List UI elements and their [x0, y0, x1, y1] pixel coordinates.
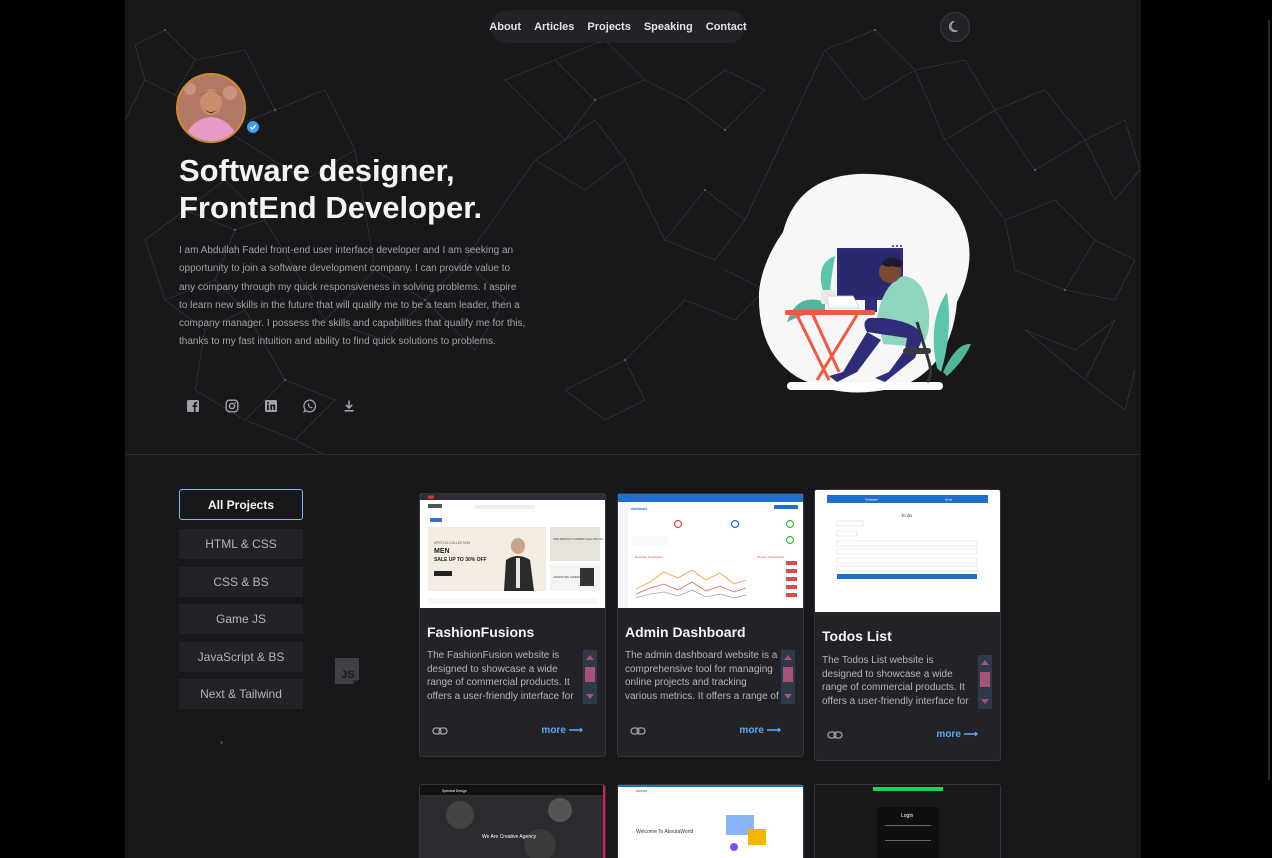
- hero-illustration: [758, 173, 971, 393]
- scroll-up-arrow-icon[interactable]: [784, 655, 792, 660]
- page-title: Software designer, FrontEnd Developer.: [179, 152, 482, 226]
- link-icon[interactable]: [827, 730, 843, 740]
- thumb-brand: dashboard: [631, 507, 647, 511]
- top-nav: About Articles Projects Speaking Contact: [489, 11, 747, 42]
- js-icon: JS: [335, 658, 359, 684]
- download-icon[interactable]: [342, 399, 357, 414]
- scroll-down-arrow-icon[interactable]: [586, 694, 594, 699]
- more-link[interactable]: more ⟶: [739, 725, 781, 736]
- thumb-heading: To do: [901, 513, 913, 518]
- link-icon[interactable]: [432, 726, 448, 736]
- thumb-side-bottom: ADVENTURE CAMERA: [553, 575, 581, 579]
- thumb-agency-brand: Spectral Design: [442, 789, 467, 793]
- scroll-up-arrow-icon[interactable]: [981, 660, 989, 665]
- description-scrollbar[interactable]: [583, 650, 597, 704]
- thumb-agency-title: We Are Creative Agency: [482, 834, 537, 840]
- nav-item-contact[interactable]: Contact: [706, 21, 747, 33]
- project-card-todos-list[interactable]: Todayade Done To do Todos List The Todos…: [814, 489, 1001, 761]
- filter-next-tailwind[interactable]: Next & Tailwind: [179, 679, 303, 709]
- scroll-thumb[interactable]: [980, 672, 990, 687]
- project-card-login[interactable]: Login: [814, 784, 1001, 858]
- instagram-icon[interactable]: [225, 399, 240, 414]
- filter-html-css[interactable]: HTML & CSS: [179, 529, 303, 559]
- decorative-dot: [220, 741, 223, 744]
- theme-toggle-button[interactable]: [940, 12, 970, 42]
- link-icon[interactable]: [630, 726, 646, 736]
- whatsapp-icon[interactable]: [303, 399, 318, 414]
- more-link[interactable]: more ⟶: [936, 729, 978, 740]
- project-title: Todos List: [822, 628, 892, 644]
- filter-game-js[interactable]: Game JS: [179, 604, 303, 634]
- thumb-about-title: Welcome To AboutaWorld: [636, 829, 693, 835]
- project-card-agency[interactable]: Spectral Design We Are Creative Agency: [419, 784, 606, 858]
- headline-line-2: FrontEnd Developer.: [179, 190, 483, 225]
- nav-item-projects[interactable]: Projects: [587, 21, 630, 33]
- project-title: Admin Dashboard: [625, 624, 746, 640]
- page-container: About Articles Projects Speaking Contact…: [125, 0, 1141, 858]
- section-divider: [125, 454, 1141, 455]
- scroll-down-arrow-icon[interactable]: [981, 699, 989, 704]
- project-thumbnail: Aboota Welcome To AboutaWorld: [618, 785, 803, 858]
- thumb-banner-small: UPSTYLE COLLECTION: [434, 541, 470, 545]
- project-title: FashionFusions: [427, 624, 535, 640]
- window-scrollbar[interactable]: [1268, 20, 1270, 780]
- thumb-tab-left: Todayade: [865, 498, 878, 502]
- facebook-icon[interactable]: [186, 399, 201, 414]
- project-description: The FashionFusion website is designed to…: [427, 650, 574, 702]
- scroll-thumb[interactable]: [585, 667, 595, 682]
- bio-text: I am Abdullah Fadel front-end user inter…: [179, 245, 526, 348]
- project-card-admin-dashboard[interactable]: dashboard Revenue Generated Recent Trans…: [617, 493, 804, 757]
- thumb-tab-right: Done: [945, 498, 953, 502]
- project-card-abouta[interactable]: Aboota Welcome To AboutaWorld: [617, 784, 804, 858]
- headline-line-1: Software designer,: [179, 153, 455, 188]
- avatar: [176, 73, 246, 143]
- svg-text:JS: JS: [341, 669, 354, 681]
- filter-javascript-bs[interactable]: JavaScript & BS: [179, 641, 303, 672]
- filter-all-projects[interactable]: All Projects: [179, 489, 303, 520]
- project-thumbnail: Todayade Done To do: [815, 490, 1000, 612]
- more-link[interactable]: more ⟶: [541, 725, 583, 736]
- project-card-fashionfusions[interactable]: UPSTYLE COLLECTION MEN SALE UP TO 30% OF…: [419, 493, 606, 757]
- moon-icon: [948, 20, 958, 33]
- thumb-side-title: Recent Transactions: [757, 555, 785, 559]
- project-thumbnail: Login: [815, 785, 1000, 858]
- thumb-banner-big: MEN: [434, 548, 450, 555]
- nav-item-speaking[interactable]: Speaking: [644, 21, 693, 33]
- thumb-chart-title: Revenue Generated: [635, 555, 662, 559]
- thumb-side-top: NEW ARRIVALS SUMMER SALE 20% OFF: [553, 537, 604, 541]
- scroll-up-arrow-icon[interactable]: [586, 655, 594, 660]
- project-thumbnail: dashboard Revenue Generated Recent Trans…: [618, 494, 803, 608]
- filter-css-bs[interactable]: CSS & BS: [179, 566, 303, 597]
- outside-area: [1141, 0, 1272, 858]
- social-links: [186, 399, 357, 414]
- network-background: [125, 28, 1141, 455]
- thumb-about-brand: Aboota: [636, 789, 647, 793]
- project-thumbnail: UPSTYLE COLLECTION MEN SALE UP TO 30% OF…: [420, 494, 605, 608]
- project-description: The admin dashboard website is a compreh…: [625, 650, 779, 702]
- nav-item-articles[interactable]: Articles: [534, 21, 574, 33]
- description-scrollbar[interactable]: [978, 655, 992, 709]
- project-filters: All Projects HTML & CSS CSS & BS Game JS…: [179, 489, 303, 717]
- project-description: The Todos List website is designed to sh…: [822, 655, 969, 707]
- project-thumbnail: Spectral Design We Are Creative Agency: [420, 785, 605, 858]
- linkedin-icon[interactable]: [264, 399, 279, 414]
- description-scrollbar[interactable]: [781, 650, 795, 704]
- scroll-thumb[interactable]: [783, 667, 793, 682]
- verified-badge-icon: [247, 121, 259, 133]
- thumb-banner-sale: SALE UP TO 30% OFF: [434, 557, 487, 563]
- thumb-login-title: Login: [901, 813, 913, 819]
- scroll-down-arrow-icon[interactable]: [784, 694, 792, 699]
- nav-item-about[interactable]: About: [489, 21, 521, 33]
